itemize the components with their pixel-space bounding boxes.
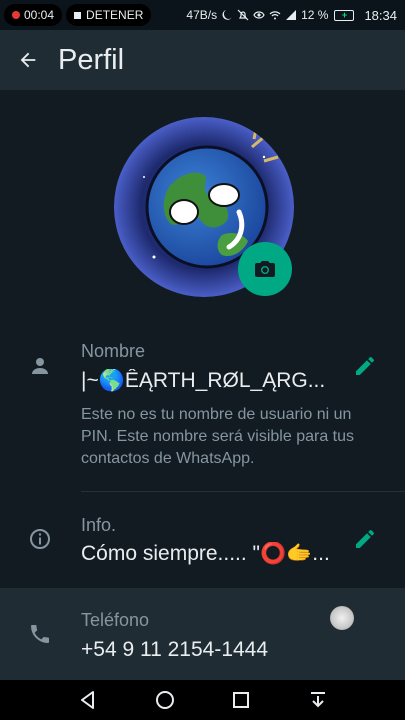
screen-record-timer[interactable]: 00:04 xyxy=(4,4,63,26)
page-title: Perfil xyxy=(58,43,125,76)
pencil-icon[interactable] xyxy=(353,354,377,378)
muted-bell-icon xyxy=(237,9,249,21)
nav-back-icon[interactable] xyxy=(76,688,100,712)
name-label: Nombre xyxy=(81,341,146,361)
app-header: Perfil xyxy=(0,30,405,90)
record-dot-icon xyxy=(12,11,20,19)
pencil-icon[interactable] xyxy=(353,527,377,551)
info-value: Cómo siempre..... "⭕🫱... xyxy=(81,542,330,565)
touch-indicator xyxy=(330,606,354,630)
clock: 18:34 xyxy=(364,7,397,23)
stop-icon xyxy=(74,11,82,19)
phone-label: Teléfono xyxy=(81,610,150,630)
phone-icon xyxy=(31,625,49,643)
stop-label: DETENER xyxy=(86,8,144,22)
phone-row[interactable]: Teléfono +54 9 11 2154-1444 xyxy=(0,588,405,680)
name-help-text: Este no es tu nombre de usuario ni un PI… xyxy=(81,406,355,467)
nav-recents-icon[interactable] xyxy=(229,688,253,712)
change-photo-button[interactable] xyxy=(238,242,292,296)
name-value: |~🌎ÊĄRTH_RØL_ĄRG... xyxy=(81,369,326,392)
moon-icon xyxy=(222,10,233,20)
person-icon xyxy=(32,358,48,374)
camera-icon xyxy=(255,261,275,277)
status-bar: 00:04 DETENER 47B/s 12 % + 18:34 xyxy=(0,0,405,30)
record-time: 00:04 xyxy=(24,8,55,22)
arrow-left-icon xyxy=(20,52,36,68)
nav-notifications-icon[interactable] xyxy=(306,688,330,712)
status-right: 47B/s 12 % + 18:34 xyxy=(186,8,397,23)
system-nav-bar xyxy=(0,680,405,720)
info-row[interactable]: Info. Cómo siempre..... "⭕🫱... xyxy=(0,505,405,585)
info-icon xyxy=(30,529,50,549)
info-label: Info. xyxy=(81,515,117,535)
eye-icon xyxy=(253,11,265,19)
back-button[interactable] xyxy=(0,30,56,90)
stop-recording-button[interactable]: DETENER xyxy=(66,4,152,26)
battery-percent: 12 % xyxy=(301,8,329,22)
profile-photo[interactable] xyxy=(114,117,294,297)
signal-icon xyxy=(286,10,297,20)
phone-value: +54 9 11 2154-1444 xyxy=(81,638,269,661)
wifi-icon xyxy=(269,11,281,20)
divider xyxy=(81,491,405,492)
nav-home-icon[interactable] xyxy=(153,688,177,712)
battery-icon: + xyxy=(334,9,355,21)
network-speed: 47B/s xyxy=(186,8,218,22)
